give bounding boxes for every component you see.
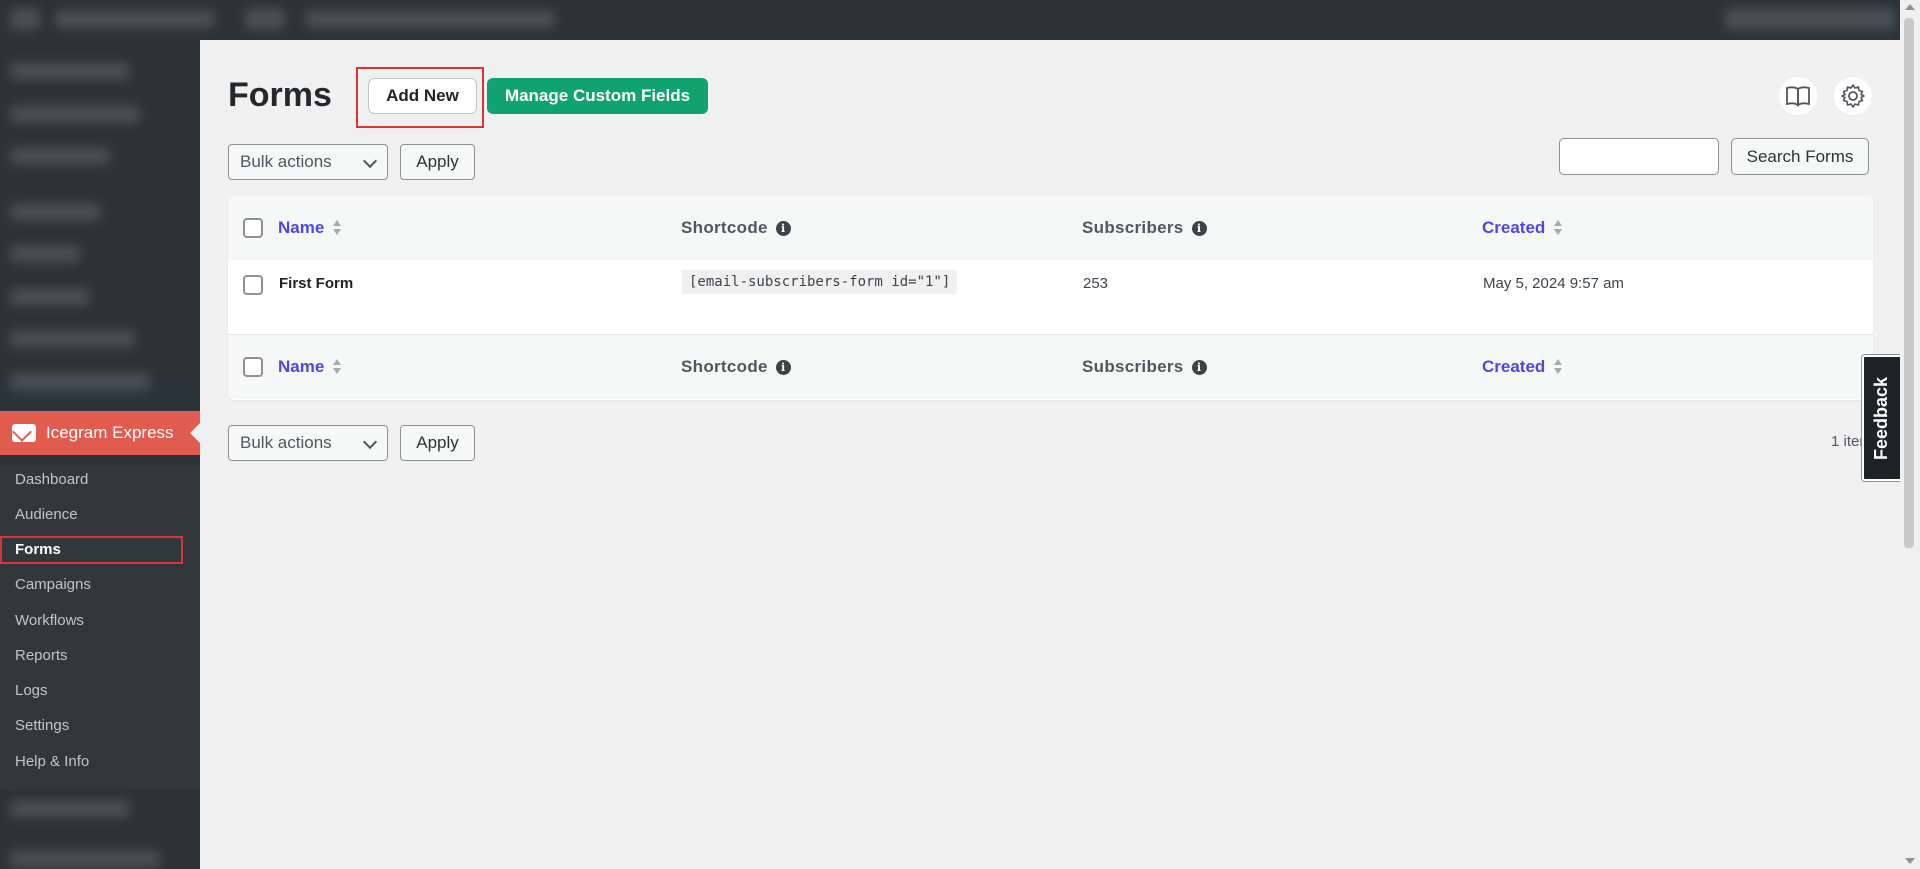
bulk-actions-select-top[interactable]: Bulk actions	[228, 144, 388, 180]
apply-button-top[interactable]: Apply	[400, 144, 475, 180]
submenu-item-settings[interactable]: Settings	[15, 717, 69, 734]
column-label: Shortcode	[681, 357, 768, 376]
table-header: Name Shortcode i Subscribers i Created	[228, 196, 1873, 261]
table-row: First Form [email-subscribers-form id="1…	[228, 260, 1873, 334]
form-name-link[interactable]: First Form	[279, 275, 353, 292]
apply-button-bottom[interactable]: Apply	[400, 425, 475, 461]
shortcode-value: [email-subscribers-form id="1"]	[682, 270, 958, 294]
column-header-subscribers: Subscribers i	[1082, 196, 1207, 260]
bulk-actions-select-bottom[interactable]: Bulk actions	[228, 425, 388, 461]
column-header-created[interactable]: Created	[1482, 196, 1563, 260]
gear-icon-glyph	[1841, 84, 1865, 108]
page-title: Forms	[228, 76, 332, 114]
column-label: Name	[278, 218, 325, 237]
scroll-thumb[interactable]	[1904, 18, 1914, 548]
column-label: Name	[278, 357, 325, 376]
add-new-button[interactable]: Add New	[368, 78, 477, 114]
subscribers-count: 253	[1083, 275, 1109, 292]
table-footer: Name Shortcode i Subscribers i Created	[228, 334, 1873, 399]
info-icon[interactable]: i	[1191, 359, 1207, 375]
info-icon[interactable]: i	[1191, 220, 1207, 236]
scroll-up-icon[interactable]	[1905, 4, 1915, 10]
scroll-down-icon[interactable]	[1905, 858, 1915, 864]
select-all-checkbox-footer[interactable]	[243, 357, 263, 377]
column-label: Created	[1482, 357, 1546, 376]
submenu-item-help-info[interactable]: Help & Info	[15, 753, 89, 770]
forms-table: Name Shortcode i Subscribers i Created F…	[228, 196, 1873, 400]
column-label: Subscribers	[1082, 218, 1184, 237]
gear-icon[interactable]	[1834, 77, 1872, 115]
page-scrollbar[interactable]	[1900, 0, 1920, 869]
created-date: May 5, 2024 9:57 am	[1483, 275, 1624, 292]
book-icon-glyph	[1786, 86, 1810, 107]
column-footer-subscribers: Subscribers i	[1082, 335, 1207, 399]
manage-custom-fields-button[interactable]: Manage Custom Fields	[487, 78, 708, 114]
column-label: Subscribers	[1082, 357, 1184, 376]
sort-icon	[1553, 220, 1563, 236]
mail-icon	[12, 424, 36, 442]
submenu-item-campaigns[interactable]: Campaigns	[15, 576, 91, 593]
submenu-item-audience[interactable]: Audience	[15, 506, 78, 523]
feedback-label: Feedback	[1871, 376, 1892, 460]
column-header-name[interactable]: Name	[278, 196, 342, 260]
sort-icon	[1553, 359, 1563, 375]
book-icon[interactable]	[1779, 77, 1817, 115]
sort-icon	[332, 220, 342, 236]
row-checkbox[interactable]	[243, 275, 263, 295]
bulk-actions-value: Bulk actions	[240, 433, 332, 452]
column-footer-name[interactable]: Name	[278, 335, 342, 399]
column-header-shortcode: Shortcode i	[681, 196, 791, 260]
sidebar-item-icegram-express[interactable]: Icegram Express	[0, 411, 200, 455]
active-indicator	[190, 423, 200, 443]
chevron-down-icon	[362, 434, 378, 450]
search-forms-input[interactable]	[1559, 138, 1719, 175]
forms-highlight-box	[0, 536, 183, 564]
column-label: Created	[1482, 218, 1546, 237]
search-forms-button[interactable]: Search Forms	[1731, 138, 1869, 175]
sidebar-item-label: Icegram Express	[46, 423, 174, 442]
column-footer-created[interactable]: Created	[1482, 335, 1563, 399]
info-icon[interactable]: i	[775, 220, 791, 236]
submenu-item-workflows[interactable]: Workflows	[15, 612, 84, 629]
feedback-tab[interactable]: Feedback	[1862, 355, 1902, 481]
submenu-item-logs[interactable]: Logs	[15, 682, 48, 699]
sort-icon	[332, 359, 342, 375]
info-icon[interactable]: i	[775, 359, 791, 375]
submenu-item-dashboard[interactable]: Dashboard	[15, 471, 88, 488]
chevron-down-icon	[362, 153, 378, 169]
admin-bar	[0, 0, 1920, 40]
select-all-checkbox[interactable]	[243, 218, 263, 238]
submenu-item-reports[interactable]: Reports	[15, 647, 68, 664]
bulk-actions-value: Bulk actions	[240, 152, 332, 171]
column-footer-shortcode: Shortcode i	[681, 335, 791, 399]
column-label: Shortcode	[681, 218, 768, 237]
